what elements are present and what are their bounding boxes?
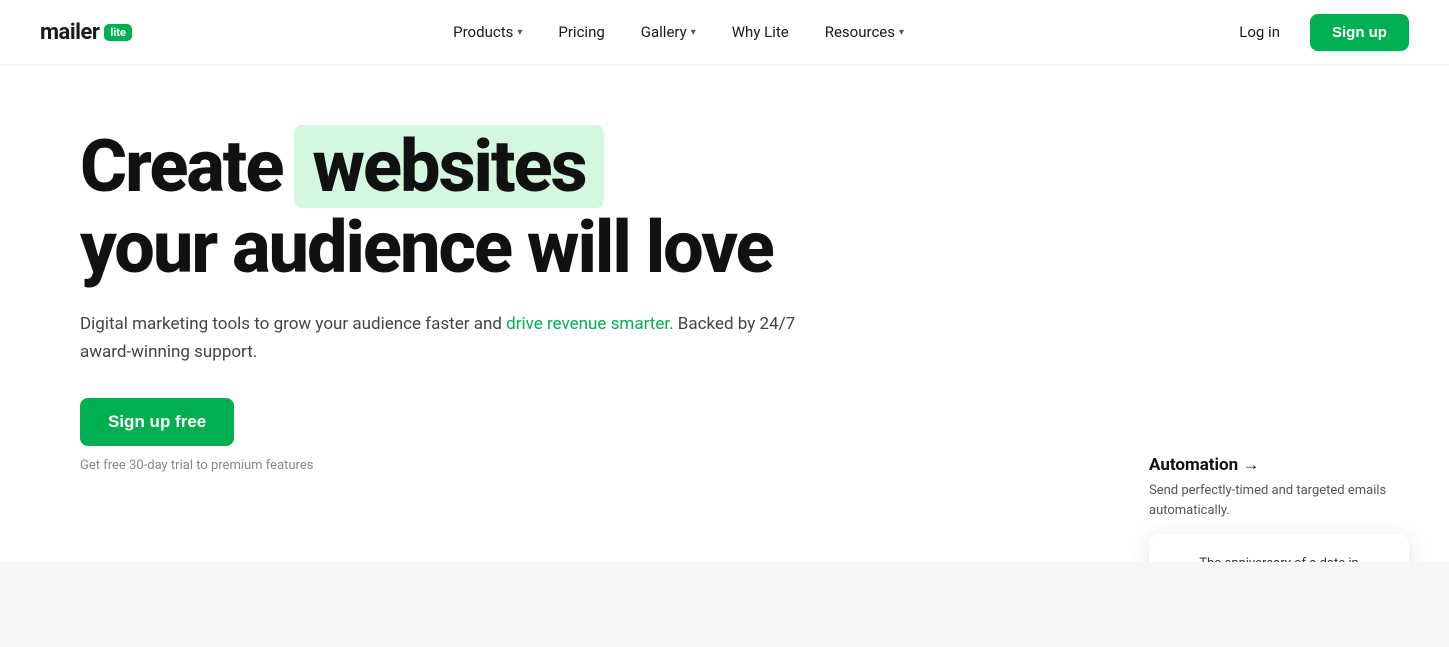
nav-products[interactable]: Products ▾ — [439, 15, 536, 49]
hero-subtext-green: drive revenue smarter. — [502, 314, 674, 334]
nav-gallery-label: Gallery — [641, 23, 687, 41]
hero-subtext: Digital marketing tools to grow your aud… — [80, 311, 820, 365]
bottom-gray-bar — [0, 562, 1449, 647]
nav-why-lite-label: Why Lite — [732, 23, 789, 41]
automation-label-text: Automation → — [1149, 455, 1259, 475]
nav-products-label: Products — [453, 23, 513, 41]
nav-resources[interactable]: Resources ▾ — [811, 15, 918, 49]
automation-label: Automation → — [1149, 455, 1409, 475]
page-wrapper: Create websites your audience will love … — [0, 65, 1449, 647]
products-chevron-icon: ▾ — [517, 27, 522, 38]
gallery-chevron-icon: ▾ — [691, 27, 696, 38]
nav-resources-label: Resources — [825, 23, 895, 41]
logo-mailer-text: mailer — [40, 20, 99, 45]
hero-subtext-part1: Digital marketing tools to grow your aud… — [80, 314, 502, 334]
nav-right: Log in Sign up — [1225, 14, 1409, 51]
nav-pricing[interactable]: Pricing — [544, 15, 618, 49]
hero-headline: Create websites your audience will love — [80, 125, 820, 287]
logo[interactable]: mailer lite — [40, 20, 132, 45]
signup-free-button[interactable]: Sign up free — [80, 398, 234, 446]
hero-section: Create websites your audience will love … — [0, 65, 900, 513]
navbar: mailer lite Products ▾ Pricing Gallery ▾… — [0, 0, 1449, 65]
nav-why-lite[interactable]: Why Lite — [718, 15, 803, 49]
nav-center: Products ▾ Pricing Gallery ▾ Why Lite Re… — [439, 15, 918, 49]
signup-button[interactable]: Sign up — [1310, 14, 1409, 51]
nav-pricing-label: Pricing — [558, 23, 604, 41]
logo-lite-badge: lite — [104, 24, 132, 41]
automation-description: Send perfectly-timed and targeted emails… — [1149, 481, 1409, 520]
nav-gallery[interactable]: Gallery ▾ — [627, 15, 710, 49]
login-button[interactable]: Log in — [1225, 15, 1294, 49]
hero-highlight-word: websites — [294, 125, 603, 208]
hero-line1: Create websites — [80, 125, 820, 208]
trial-text: Get free 30-day trial to premium feature… — [80, 458, 820, 473]
hero-line2: your audience will love — [80, 208, 820, 287]
hero-create-text: Create — [80, 127, 282, 206]
resources-chevron-icon: ▾ — [899, 27, 904, 38]
